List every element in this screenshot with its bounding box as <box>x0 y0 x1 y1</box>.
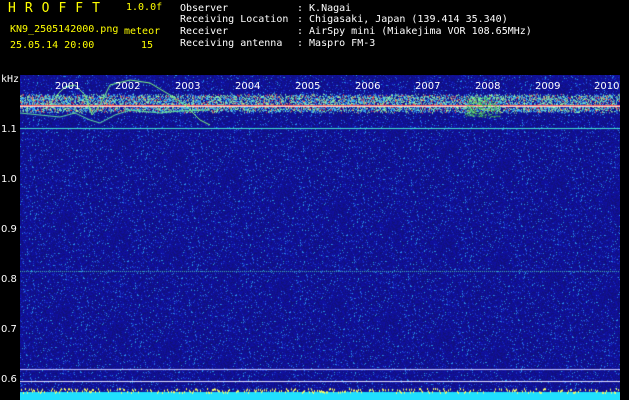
meteor-count: 15 <box>141 40 154 51</box>
x-tick-2003: 2003 <box>175 81 201 92</box>
version-label: 1.0.0f <box>126 2 163 13</box>
y-tick-0-6: 0.6 <box>1 374 17 385</box>
x-tick-2005: 2005 <box>295 81 321 92</box>
y-tick-0-9: 0.9 <box>1 224 17 235</box>
y-tick-1-0: 1.0 <box>1 174 17 185</box>
y-tick-1-1: 1.1 <box>1 124 17 135</box>
location-value: : Chigasaki, Japan (139.414 35.340) <box>297 14 508 25</box>
header-panel: HROFFT 1.0.0f KN9_2505142000.png meteor … <box>0 0 629 75</box>
x-tick-2004: 2004 <box>235 81 261 92</box>
filename-label: KN9_2505142000.png <box>10 24 119 35</box>
x-tick-2001: 2001 <box>55 81 81 92</box>
location-label: Receiving Location <box>180 14 289 25</box>
y-tick-0-7: 0.7 <box>1 324 17 335</box>
receiver-label: Receiver <box>180 26 229 37</box>
observer-value: : K.Nagai <box>297 3 352 14</box>
y-axis-unit: kHz <box>1 74 20 85</box>
datetime-label: 25.05.14 20:00 <box>10 40 95 51</box>
app-title: HROFFT <box>8 1 109 16</box>
x-tick-2002: 2002 <box>115 81 141 92</box>
x-tick-2007: 2007 <box>415 81 441 92</box>
x-tick-2008: 2008 <box>475 81 501 92</box>
receiver-value: : AirSpy mini (Miakejima VOR 108.65MHz) <box>297 26 532 37</box>
x-tick-2009: 2009 <box>535 81 561 92</box>
observer-label: Observer <box>180 3 229 14</box>
antenna-value: : Maspro FM-3 <box>297 38 376 49</box>
x-tick-2010: 2010 <box>594 81 620 92</box>
meteor-label: meteor <box>124 26 161 37</box>
x-tick-2006: 2006 <box>355 81 381 92</box>
y-tick-0-8: 0.8 <box>1 274 17 285</box>
spectrogram <box>20 75 620 400</box>
antenna-label: Receiving antenna <box>180 38 283 49</box>
